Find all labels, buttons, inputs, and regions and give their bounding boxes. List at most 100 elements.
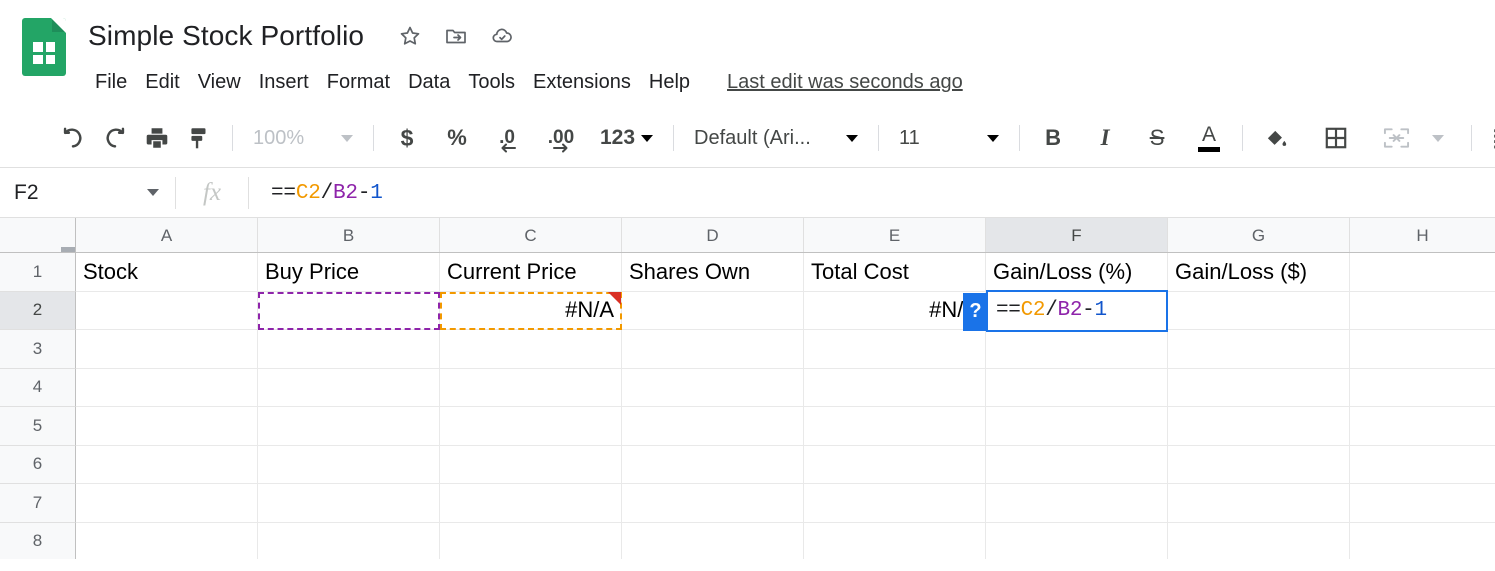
cell-G7[interactable] <box>1168 484 1350 523</box>
cell-B2[interactable] <box>258 291 440 330</box>
column-header-D[interactable]: D <box>622 218 804 253</box>
document-title[interactable]: Simple Stock Portfolio <box>86 18 370 54</box>
cell-C3[interactable] <box>440 330 622 369</box>
cell-E6[interactable] <box>804 445 986 484</box>
last-edit-status[interactable]: Last edit was seconds ago <box>727 71 963 94</box>
bold-button[interactable]: B <box>1032 117 1074 159</box>
cell-E4[interactable] <box>804 368 986 407</box>
merge-cells-dropdown[interactable] <box>1417 117 1459 159</box>
cell-H6[interactable] <box>1350 445 1495 484</box>
strikethrough-button[interactable]: S <box>1136 117 1178 159</box>
cell-A7[interactable] <box>76 484 258 523</box>
cell-D7[interactable] <box>622 484 804 523</box>
cell-D6[interactable] <box>622 445 804 484</box>
cell-F3[interactable] <box>986 330 1168 369</box>
cell-A1[interactable]: Stock <box>76 253 258 292</box>
cell-C7[interactable] <box>440 484 622 523</box>
cell-E1[interactable]: Total Cost <box>804 253 986 292</box>
cell-G1[interactable]: Gain/Loss ($) <box>1168 253 1350 292</box>
cell-F4[interactable] <box>986 368 1168 407</box>
row-header-2[interactable]: 2 <box>0 291 76 330</box>
menu-insert[interactable]: Insert <box>250 68 318 97</box>
cell-A2[interactable] <box>76 291 258 330</box>
increase-decimal-button[interactable]: .00 <box>540 117 582 159</box>
menu-edit[interactable]: Edit <box>136 68 188 97</box>
fill-color-button[interactable] <box>1255 117 1297 159</box>
column-header-F[interactable]: F <box>986 218 1168 253</box>
cell-F6[interactable] <box>986 445 1168 484</box>
column-header-B[interactable]: B <box>258 218 440 253</box>
number-format-select[interactable]: 123 <box>592 117 661 159</box>
cell-B6[interactable] <box>258 445 440 484</box>
row-header-7[interactable]: 7 <box>0 484 76 523</box>
column-header-A[interactable]: A <box>76 218 258 253</box>
cell-A5[interactable] <box>76 407 258 446</box>
star-icon[interactable] <box>398 24 422 48</box>
cell-H1[interactable] <box>1350 253 1495 292</box>
cell-G2[interactable] <box>1168 291 1350 330</box>
undo-button[interactable] <box>52 117 94 159</box>
cell-G4[interactable] <box>1168 368 1350 407</box>
cell-D4[interactable] <box>622 368 804 407</box>
cell-H4[interactable] <box>1350 368 1495 407</box>
cell-H2[interactable] <box>1350 291 1495 330</box>
cell-A4[interactable] <box>76 368 258 407</box>
cell-F1[interactable]: Gain/Loss (%) <box>986 253 1168 292</box>
row-header-3[interactable]: 3 <box>0 330 76 369</box>
cell-C2[interactable]: #N/A <box>440 291 622 330</box>
cell-B8[interactable] <box>258 522 440 559</box>
font-size-select[interactable]: 11 <box>891 117 1007 159</box>
currency-format-button[interactable]: $ <box>386 117 428 159</box>
cell-F8[interactable] <box>986 522 1168 559</box>
menu-format[interactable]: Format <box>318 68 399 97</box>
row-header-8[interactable]: 8 <box>0 522 76 559</box>
cell-C8[interactable] <box>440 522 622 559</box>
italic-button[interactable]: I <box>1084 117 1126 159</box>
align-button[interactable] <box>1484 117 1495 159</box>
cell-B5[interactable] <box>258 407 440 446</box>
formula-input[interactable]: ==C2/B2-1 <box>249 182 383 205</box>
menu-file[interactable]: File <box>86 68 136 97</box>
cell-editor-f2[interactable]: ? ==C2/B2-1 <box>963 289 1168 332</box>
cell-E2[interactable]: #N/A <box>804 291 986 330</box>
google-sheets-logo[interactable] <box>22 18 68 80</box>
name-box[interactable]: F2 <box>0 168 175 218</box>
cell-G8[interactable] <box>1168 522 1350 559</box>
formula-help-badge[interactable]: ? <box>963 292 988 331</box>
cell-D2[interactable] <box>622 291 804 330</box>
merge-cells-button[interactable] <box>1375 117 1417 159</box>
cell-D5[interactable] <box>622 407 804 446</box>
percent-format-button[interactable]: % <box>436 117 478 159</box>
cell-E5[interactable] <box>804 407 986 446</box>
cell-D3[interactable] <box>622 330 804 369</box>
text-color-button[interactable]: A <box>1188 117 1230 159</box>
cell-H7[interactable] <box>1350 484 1495 523</box>
cell-E7[interactable] <box>804 484 986 523</box>
cell-F5[interactable] <box>986 407 1168 446</box>
cell-E8[interactable] <box>804 522 986 559</box>
cell-C5[interactable] <box>440 407 622 446</box>
row-header-6[interactable]: 6 <box>0 445 76 484</box>
cell-G6[interactable] <box>1168 445 1350 484</box>
cell-E3[interactable] <box>804 330 986 369</box>
decrease-decimal-button[interactable]: .0 <box>486 117 528 159</box>
column-header-H[interactable]: H <box>1350 218 1495 253</box>
column-header-E[interactable]: E <box>804 218 986 253</box>
menu-help[interactable]: Help <box>640 68 699 97</box>
cell-B4[interactable] <box>258 368 440 407</box>
print-button[interactable] <box>136 117 178 159</box>
cell-G3[interactable] <box>1168 330 1350 369</box>
font-family-select[interactable]: Default (Ari... <box>686 117 866 159</box>
cell-B7[interactable] <box>258 484 440 523</box>
cell-G5[interactable] <box>1168 407 1350 446</box>
cell-D8[interactable] <box>622 522 804 559</box>
paint-format-button[interactable] <box>178 117 220 159</box>
borders-button[interactable] <box>1315 117 1357 159</box>
row-header-5[interactable]: 5 <box>0 407 76 446</box>
cell-B1[interactable]: Buy Price <box>258 253 440 292</box>
row-header-4[interactable]: 4 <box>0 368 76 407</box>
cell-H3[interactable] <box>1350 330 1495 369</box>
menu-extensions[interactable]: Extensions <box>524 68 640 97</box>
row-header-1[interactable]: 1 <box>0 253 76 292</box>
column-header-C[interactable]: C <box>440 218 622 253</box>
